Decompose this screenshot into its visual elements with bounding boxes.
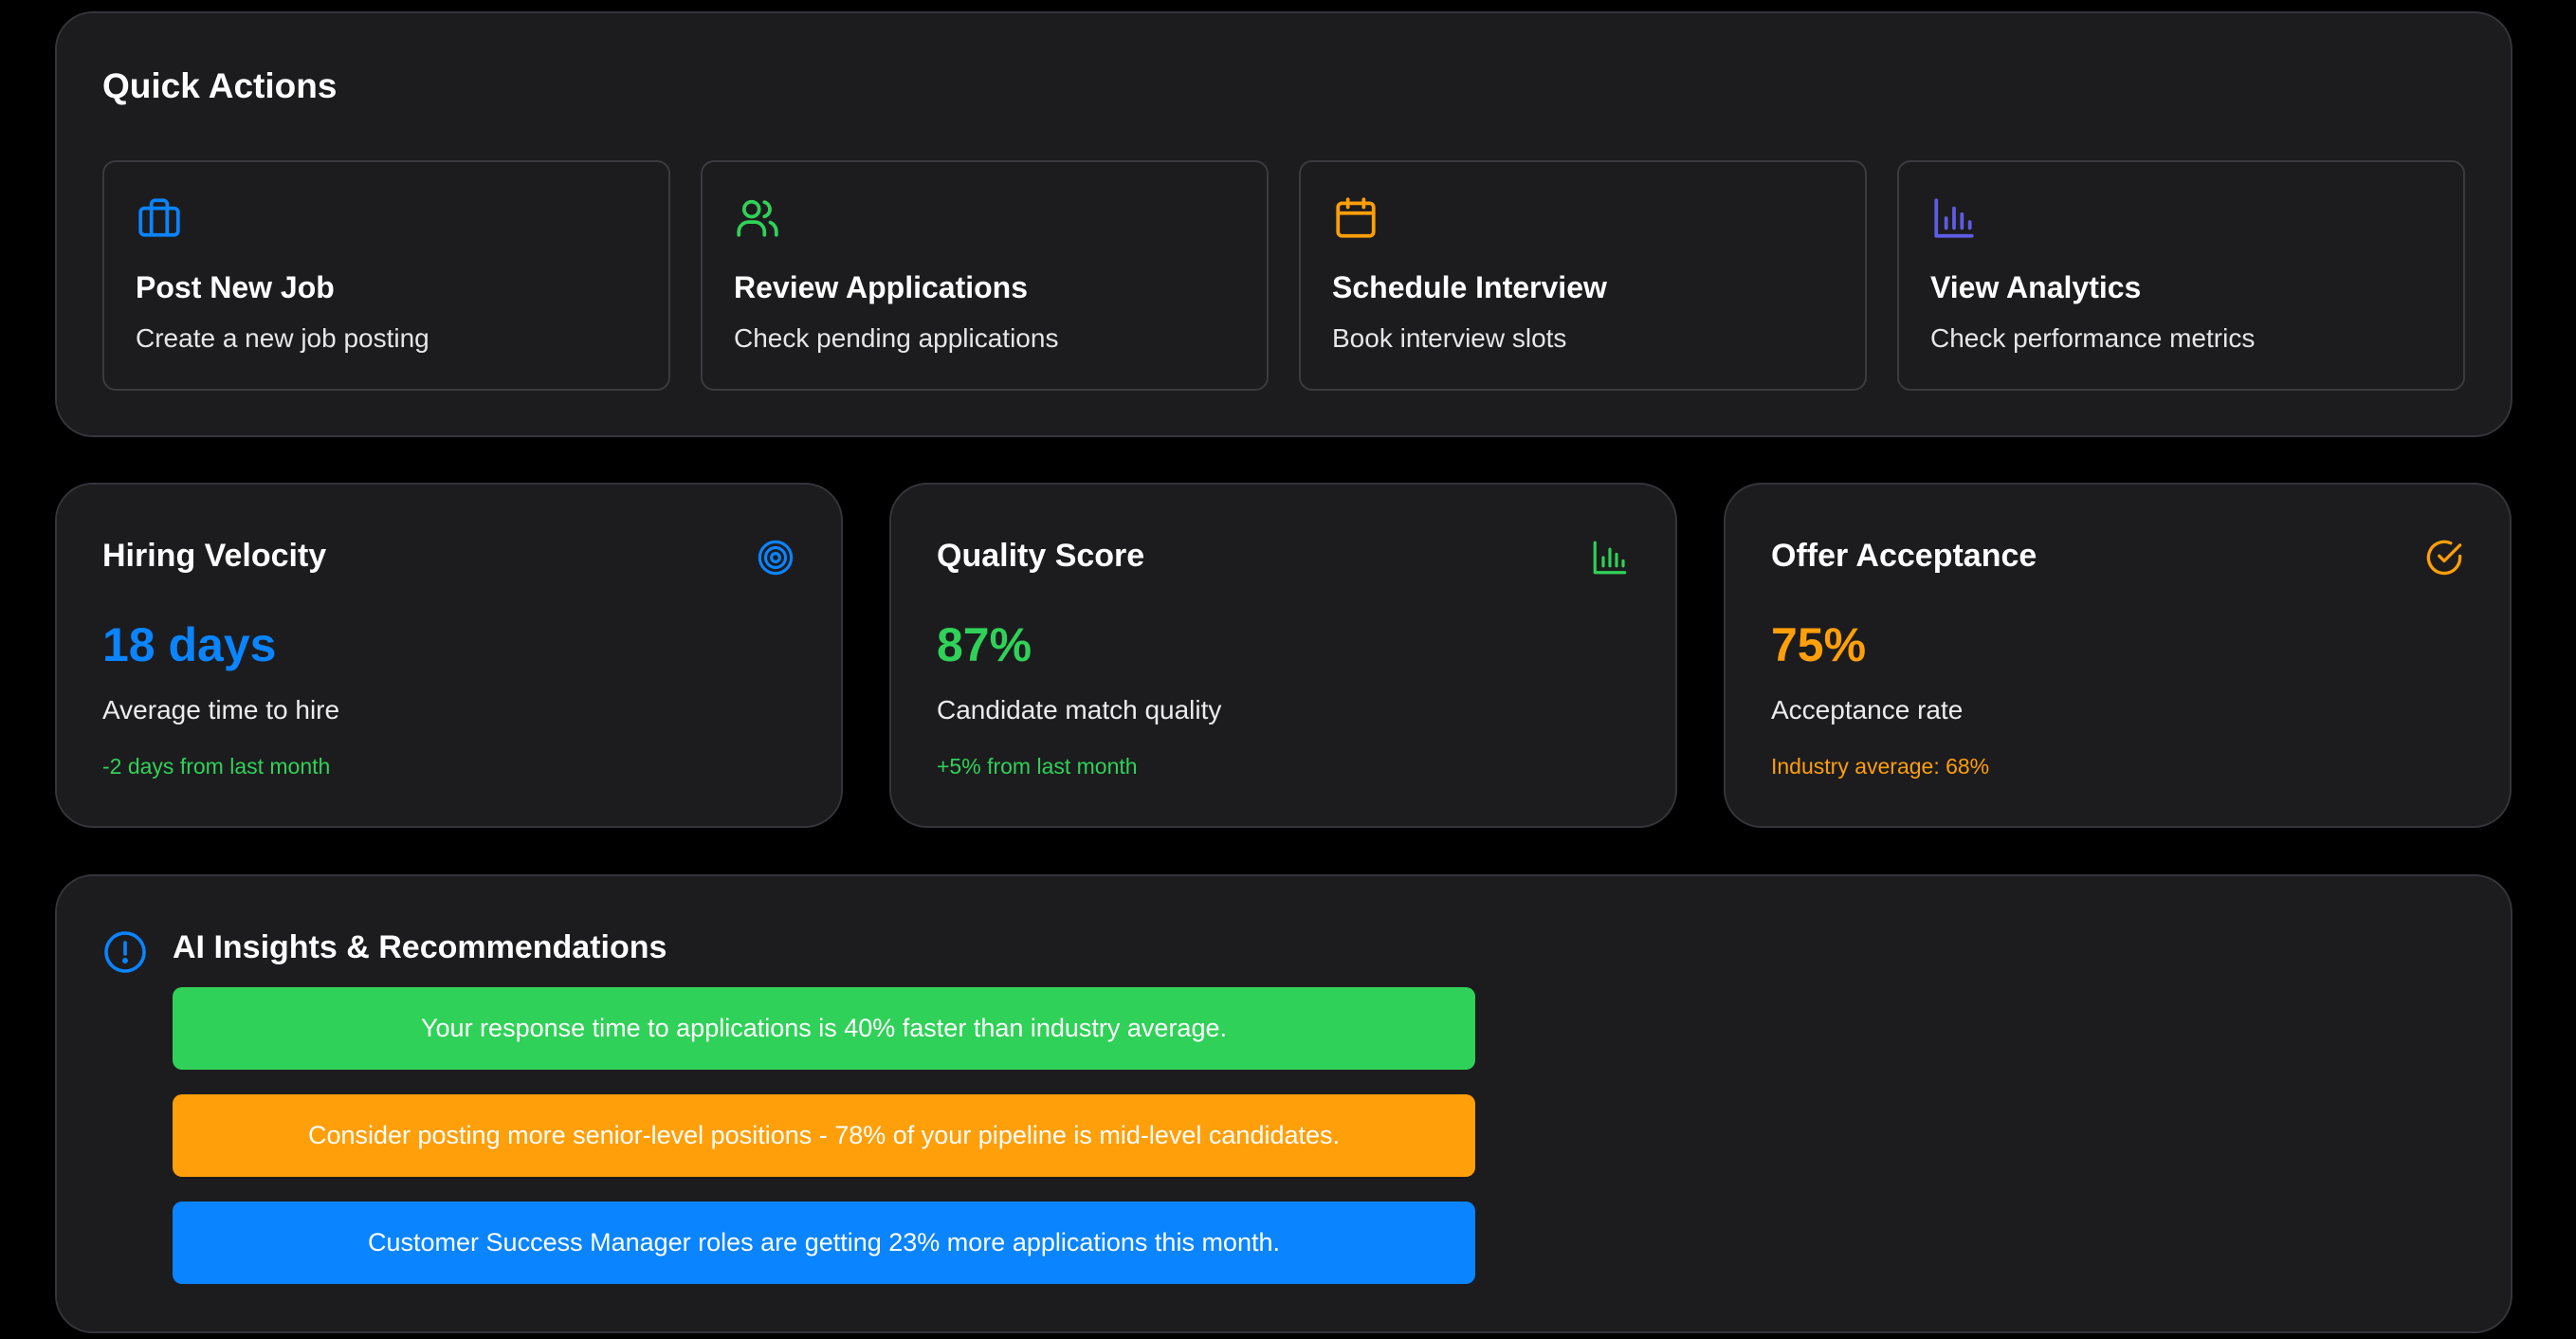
metric-comparison-note: Industry average: 68% — [1771, 754, 1990, 779]
card-description: Create a new job posting — [136, 323, 429, 353]
check-circle-icon — [2424, 538, 2464, 578]
metric-change-note: -2 days from last month — [102, 754, 331, 779]
view-analytics-card[interactable]: View Analytics Check performance metrics — [1897, 160, 2465, 391]
schedule-interview-card[interactable]: Schedule Interview Book interview slots — [1299, 160, 1867, 391]
card-title: Schedule Interview — [1332, 270, 1607, 304]
metric-change-note: +5% from last month — [937, 754, 1138, 779]
review-applications-card[interactable]: Review Applications Check pending applic… — [701, 160, 1269, 391]
card-title: Review Applications — [734, 270, 1028, 304]
card-description: Check performance metrics — [1930, 323, 2256, 353]
bar-chart-icon — [1590, 538, 1630, 578]
hiring-velocity-card: Hiring Velocity 18 days Average time to … — [55, 483, 843, 828]
info-circle-icon — [102, 929, 148, 975]
insight-item-warning: Consider posting more senior-level posit… — [173, 1094, 1475, 1177]
insight-item-success: Your response time to applications is 40… — [173, 987, 1475, 1070]
quick-actions-title: Quick Actions — [102, 66, 338, 105]
metric-label: Acceptance rate — [1771, 695, 1964, 725]
metric-value: 75% — [1771, 618, 1867, 671]
metric-value: 18 days — [102, 618, 277, 671]
card-title: View Analytics — [1930, 270, 2142, 304]
target-icon — [756, 538, 795, 578]
ai-insights-title: AI Insights & Recommendations — [173, 929, 667, 965]
ai-insights-panel: AI Insights & Recommendations Your respo… — [55, 874, 2512, 1333]
insight-item-info: Customer Success Manager roles are getti… — [173, 1201, 1475, 1284]
metric-title: Quality Score — [937, 538, 1145, 574]
metric-label: Average time to hire — [102, 695, 340, 725]
card-description: Check pending applications — [734, 323, 1059, 353]
metric-value: 87% — [937, 618, 1032, 671]
metric-title: Hiring Velocity — [102, 538, 327, 574]
quick-actions-panel: Quick Actions Post New Job Create a new … — [55, 11, 2512, 437]
users-icon — [734, 194, 781, 242]
bar-chart-icon — [1930, 194, 1978, 242]
metric-title: Offer Acceptance — [1771, 538, 2037, 574]
offer-acceptance-card: Offer Acceptance 75% Acceptance rate Ind… — [1724, 483, 2512, 828]
post-new-job-card[interactable]: Post New Job Create a new job posting — [102, 160, 670, 391]
briefcase-icon — [136, 194, 183, 242]
calendar-icon — [1332, 194, 1379, 242]
card-title: Post New Job — [136, 270, 335, 304]
quality-score-card: Quality Score 87% Candidate match qualit… — [889, 483, 1677, 828]
card-description: Book interview slots — [1332, 323, 1567, 353]
metric-label: Candidate match quality — [937, 695, 1222, 725]
